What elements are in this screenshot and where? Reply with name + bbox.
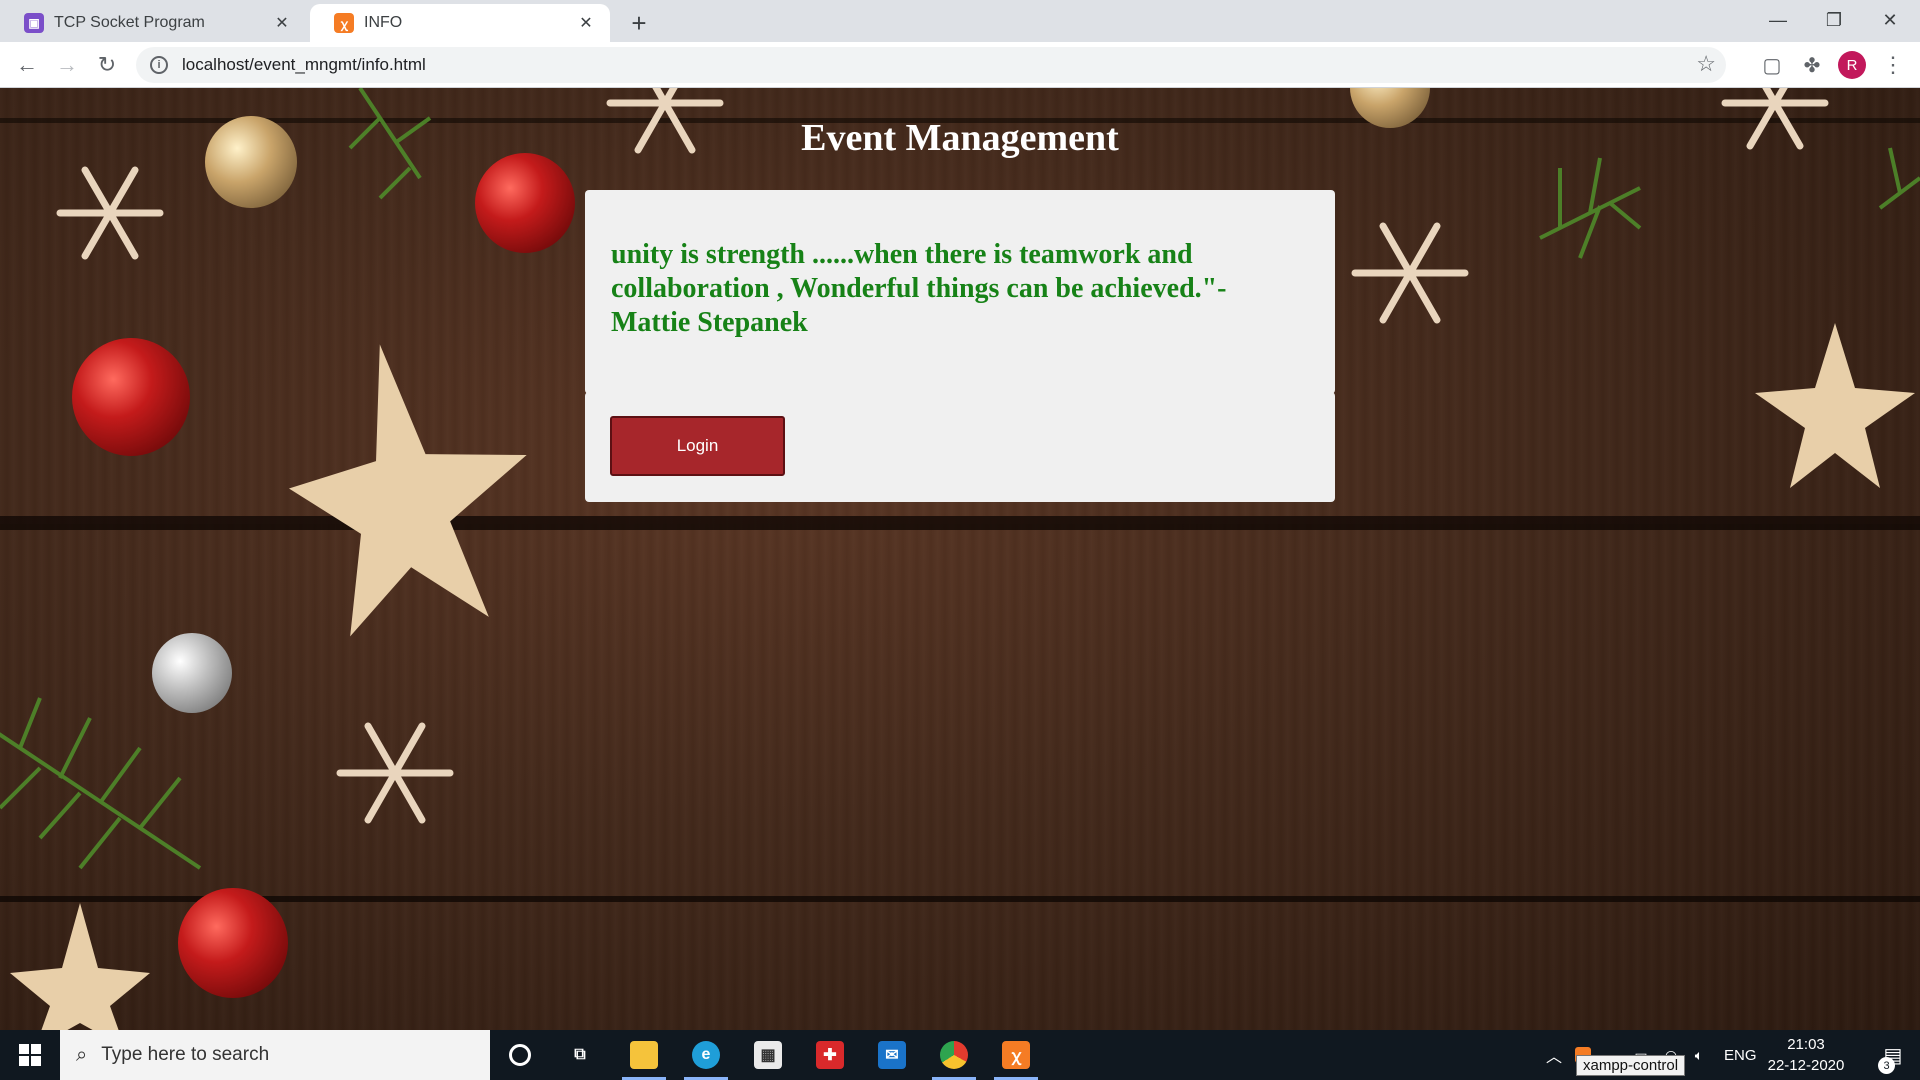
quote-panel: unity is strength ......when there is te… bbox=[585, 190, 1335, 394]
page-title: Event Management bbox=[801, 117, 1119, 159]
tab-title: INFO bbox=[364, 14, 403, 31]
restore-window-button[interactable]: ❐ bbox=[1806, 0, 1862, 40]
clock-date: 22-12-2020 bbox=[1767, 1057, 1845, 1074]
chrome-icon[interactable] bbox=[928, 1030, 980, 1080]
close-tab-icon[interactable]: ✕ bbox=[272, 13, 292, 33]
new-tab-button[interactable]: + bbox=[622, 6, 656, 40]
taskbar-search-input[interactable]: ⌕ Type here to search bbox=[60, 1030, 490, 1080]
taskbar-clock[interactable]: 21:03 22-12-2020 bbox=[1760, 1034, 1852, 1076]
tray-tooltip: xampp-control bbox=[1576, 1055, 1686, 1076]
clock-time: 21:03 bbox=[1787, 1036, 1825, 1053]
red-ornament-icon bbox=[178, 888, 288, 998]
forward-button[interactable]: → bbox=[50, 48, 84, 82]
tab-tcp-socket-program[interactable]: ▣ TCP Socket Program ✕ bbox=[0, 4, 306, 42]
cortana-icon[interactable] bbox=[494, 1030, 546, 1080]
extension-icon[interactable]: ▢ bbox=[1757, 50, 1787, 80]
site-info-icon[interactable]: i bbox=[150, 56, 168, 74]
url-text[interactable]: localhost/event_mngmt/info.html bbox=[182, 55, 426, 75]
store-icon[interactable]: ▦ bbox=[742, 1030, 794, 1080]
tcp-favicon-icon: ▣ bbox=[24, 13, 44, 33]
start-button[interactable] bbox=[0, 1030, 60, 1080]
reload-button[interactable]: ↻ bbox=[90, 48, 124, 82]
language-indicator[interactable]: ENG bbox=[1724, 1030, 1757, 1080]
edge-icon[interactable]: e bbox=[680, 1030, 732, 1080]
address-bar[interactable]: i localhost/event_mngmt/info.html ☆ bbox=[136, 47, 1726, 83]
gift-icon[interactable]: ✚ bbox=[804, 1030, 856, 1080]
page-viewport: Event Management unity is strength .....… bbox=[0, 88, 1920, 1030]
bookmark-star-icon[interactable]: ☆ bbox=[1696, 51, 1716, 77]
login-button[interactable]: Login bbox=[610, 416, 785, 476]
red-ornament-icon bbox=[475, 153, 575, 253]
volume-icon[interactable]: 🔈︎ bbox=[1688, 1044, 1710, 1066]
minimize-window-button[interactable]: — bbox=[1750, 0, 1806, 40]
red-ornament-icon bbox=[72, 338, 190, 456]
tab-info[interactable]: ꭓ INFO ✕ bbox=[310, 4, 610, 42]
quote-text: unity is strength ......when there is te… bbox=[611, 239, 1227, 338]
windows-logo-icon bbox=[19, 1044, 41, 1066]
search-icon: ⌕ bbox=[76, 1043, 88, 1066]
mail-icon[interactable]: ✉ bbox=[866, 1030, 918, 1080]
silver-ornament-icon bbox=[152, 633, 232, 713]
tab-title: TCP Socket Program bbox=[54, 14, 205, 31]
xampp-favicon-icon: ꭓ bbox=[334, 13, 354, 33]
close-window-button[interactable]: ✕ bbox=[1862, 0, 1918, 40]
file-explorer-icon[interactable] bbox=[618, 1030, 670, 1080]
search-placeholder: Type here to search bbox=[101, 1044, 270, 1065]
extensions-puzzle-icon[interactable]: ✤ bbox=[1797, 50, 1827, 80]
close-tab-icon[interactable]: ✕ bbox=[576, 13, 596, 33]
profile-avatar[interactable]: R bbox=[1838, 51, 1866, 79]
xampp-icon[interactable]: ꭓ bbox=[990, 1030, 1042, 1080]
back-button[interactable]: ← bbox=[10, 48, 44, 82]
login-panel: Login bbox=[585, 392, 1335, 502]
notification-count-badge: 3 bbox=[1878, 1057, 1895, 1074]
browser-menu-icon[interactable]: ⋮ bbox=[1878, 50, 1908, 80]
action-center-button[interactable]: ▤ bbox=[1866, 1030, 1920, 1080]
task-view-icon[interactable]: ⧉ bbox=[554, 1030, 606, 1080]
show-hidden-icons-chevron-icon[interactable]: ︿ bbox=[1540, 1030, 1568, 1080]
browser-toolbar: ← → ↻ i localhost/event_mngmt/info.html … bbox=[0, 42, 1920, 88]
browser-tab-bar: ▣ TCP Socket Program ✕ ꭓ INFO ✕ + — ❐ ✕ bbox=[0, 0, 1920, 42]
